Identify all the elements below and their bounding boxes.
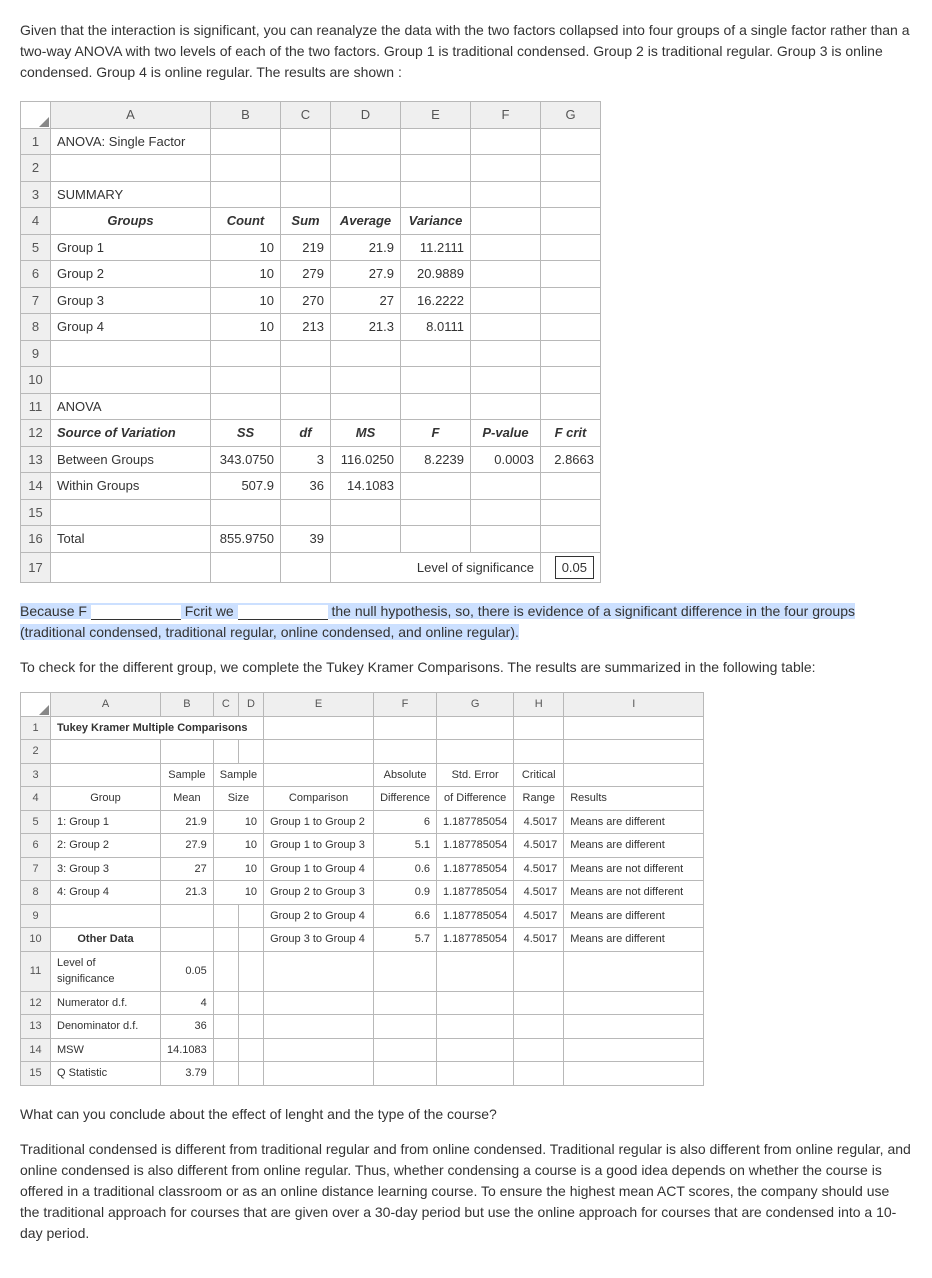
blank-compare[interactable] <box>91 605 181 620</box>
fill-in-statement: Because F Fcrit we the null hypothesis, … <box>20 601 912 643</box>
col-A: A <box>51 102 211 129</box>
blank-decision[interactable] <box>238 605 328 620</box>
hdr-groups: Groups <box>51 208 211 235</box>
tukey-intro: To check for the different group, we com… <box>20 657 912 678</box>
corner-cell-2 <box>21 693 51 717</box>
tukey-table: A B C D E F G H I 1Tukey Kramer Multiple… <box>20 692 704 1086</box>
within-groups: Within Groups <box>51 473 211 500</box>
col-F: F <box>471 102 541 129</box>
hdr-f: F <box>401 420 471 447</box>
hdr-ms: MS <box>331 420 401 447</box>
col-E: E <box>401 102 471 129</box>
hdr-pvalue: P-value <box>471 420 541 447</box>
other-data-label: Other Data <box>51 928 161 952</box>
summary-label: SUMMARY <box>51 181 211 208</box>
hdr-group: Group <box>51 787 161 811</box>
group4-name: Group 4 <box>51 314 211 341</box>
hdr-average: Average <box>331 208 401 235</box>
conclusion-answer: Traditional condensed is different from … <box>20 1139 912 1244</box>
sig-value: 0.05 <box>541 552 601 583</box>
col-C: C <box>281 102 331 129</box>
anova-table: A B C D E F G 1ANOVA: Single Factor 2 3S… <box>20 101 601 583</box>
total-row: Total <box>51 526 211 553</box>
anova-section-label: ANOVA <box>51 393 211 420</box>
intro-text: Given that the interaction is significan… <box>20 20 912 83</box>
corner-cell <box>21 102 51 129</box>
hdr-source: Source of Variation <box>51 420 211 447</box>
conclusion-question: What can you conclude about the effect o… <box>20 1104 912 1125</box>
anova-title: ANOVA: Single Factor <box>51 128 211 155</box>
group3-name: Group 3 <box>51 287 211 314</box>
hdr-variance: Variance <box>401 208 471 235</box>
sig-label: Level of significance <box>331 552 541 583</box>
col-G: G <box>541 102 601 129</box>
between-groups: Between Groups <box>51 446 211 473</box>
hdr-fcrit: F crit <box>541 420 601 447</box>
hdr-count: Count <box>211 208 281 235</box>
col-B: B <box>211 102 281 129</box>
col-D: D <box>331 102 401 129</box>
hdr-df: df <box>281 420 331 447</box>
group1-name: Group 1 <box>51 234 211 261</box>
tukey-title: Tukey Kramer Multiple Comparisons <box>51 716 264 740</box>
hdr-ss: SS <box>211 420 281 447</box>
group2-name: Group 2 <box>51 261 211 288</box>
hdr-sum: Sum <box>281 208 331 235</box>
